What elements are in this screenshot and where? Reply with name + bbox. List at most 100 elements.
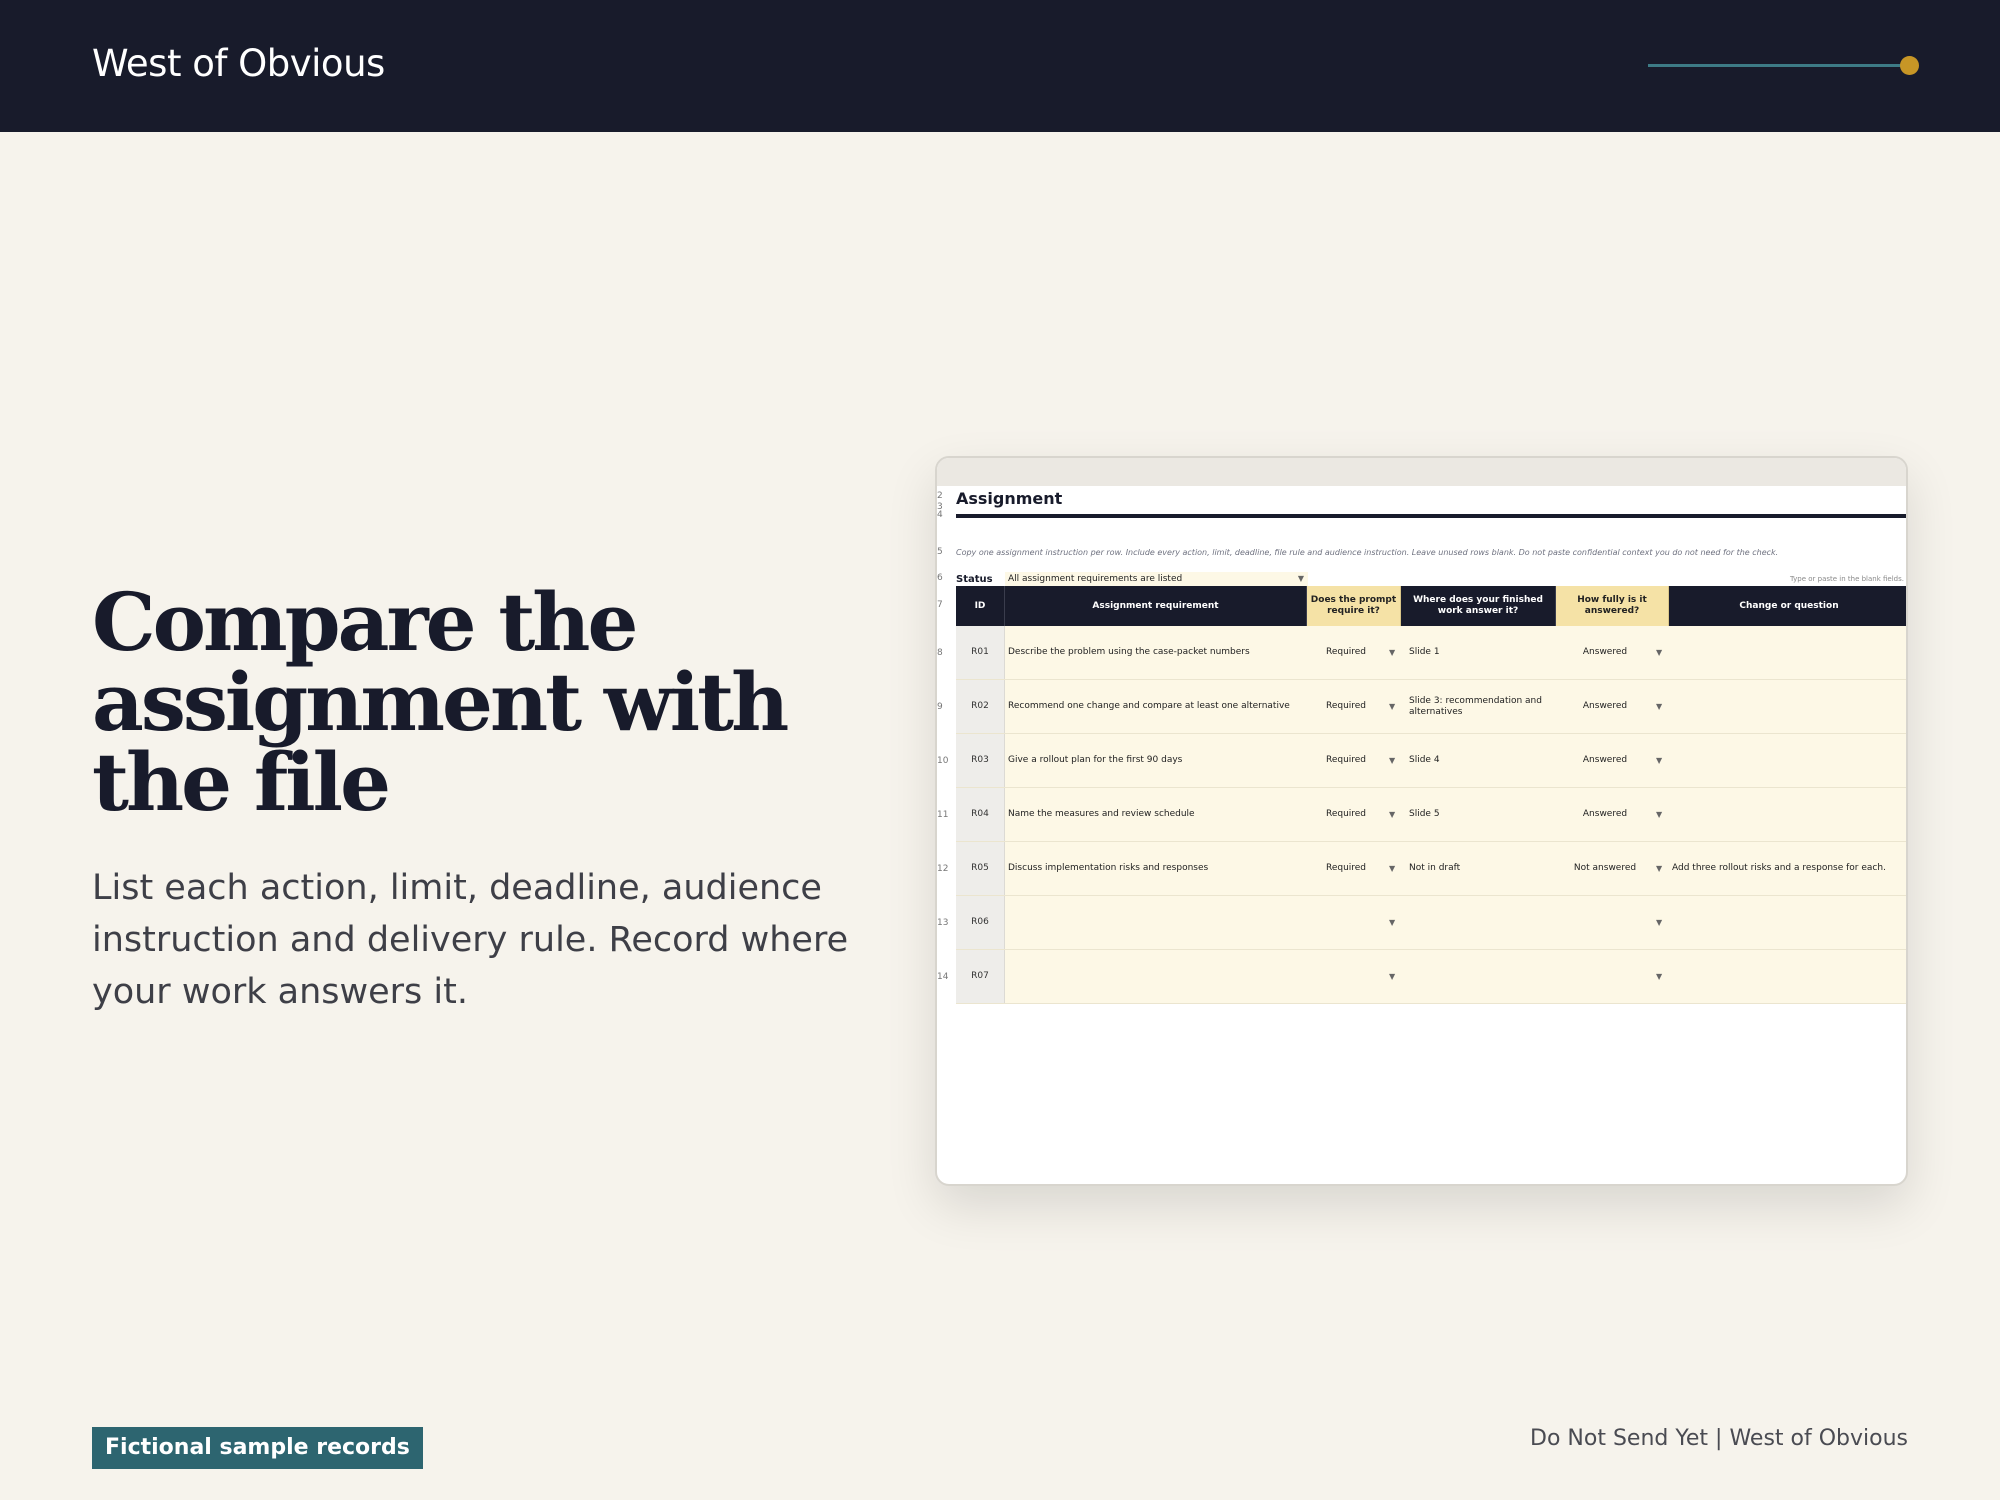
page-description: List each action, limit, deadline, audie… (92, 868, 849, 1012)
cell-prompt-required[interactable] (1307, 896, 1385, 949)
row-number: 10 (937, 756, 949, 766)
cell-prompt-required[interactable]: Required (1307, 680, 1385, 733)
dropdown-arrow-icon[interactable]: ▼ (1389, 788, 1395, 841)
cell-change-or-question[interactable] (1672, 680, 1906, 733)
cell-answer-status[interactable] (1556, 950, 1654, 1003)
cell-prompt-required[interactable]: Required (1307, 842, 1385, 895)
cell-prompt-required[interactable]: Required (1307, 734, 1385, 787)
brand-name: West of Obvious (92, 42, 385, 85)
table-row: R02 Recommend one change and compare at l… (956, 680, 1906, 734)
cell-where-answered[interactable] (1409, 950, 1553, 1003)
row-number: 5 (937, 547, 943, 557)
dropdown-arrow-icon[interactable]: ▼ (1656, 788, 1662, 841)
progress-indicator (1648, 56, 1919, 76)
table-row: R04 Name the measures and review schedule… (956, 788, 1906, 842)
column-header-requirement: Assignment requirement (1005, 586, 1307, 626)
table-row: R07 ▼ ▼ (956, 950, 1906, 1004)
sheet-instruction: Copy one assignment instruction per row.… (956, 548, 1779, 557)
row-number: 8 (937, 648, 943, 658)
cell-id: R02 (956, 680, 1005, 733)
cell-requirement[interactable]: Name the measures and review schedule (1008, 788, 1304, 841)
cell-where-answered[interactable]: Not in draft (1409, 842, 1553, 895)
page-title: Compare the assignment with the file (92, 575, 789, 829)
cell-prompt-required[interactable]: Required (1307, 788, 1385, 841)
cell-answer-status[interactable]: Not answered (1556, 842, 1654, 895)
dropdown-arrow-icon[interactable]: ▼ (1656, 950, 1662, 1003)
table-row: R05 Discuss implementation risks and resp… (956, 842, 1906, 896)
table-row: R01 Describe the problem using the case-p… (956, 626, 1906, 680)
row-number: 11 (937, 810, 949, 820)
row-number: 2 (937, 491, 943, 501)
row-number: 14 (937, 972, 949, 982)
cell-requirement[interactable]: Recommend one change and compare at leas… (1008, 680, 1304, 733)
cell-answer-status[interactable] (1556, 896, 1654, 949)
dropdown-arrow-icon[interactable]: ▼ (1389, 680, 1395, 733)
cell-id: R06 (956, 896, 1005, 949)
cell-id: R05 (956, 842, 1005, 895)
cell-requirement[interactable] (1008, 950, 1304, 1003)
dropdown-arrow-icon[interactable]: ▼ (1389, 950, 1395, 1003)
table-row: R03 Give a rollout plan for the first 90 … (956, 734, 1906, 788)
dropdown-arrow-icon[interactable]: ▼ (1656, 896, 1662, 949)
sample-records-badge: Fictional sample records (92, 1427, 423, 1469)
cell-where-answered[interactable]: Slide 1 (1409, 626, 1553, 679)
dropdown-arrow-icon[interactable]: ▼ (1656, 680, 1662, 733)
cell-id: R01 (956, 626, 1005, 679)
cell-change-or-question[interactable] (1672, 788, 1906, 841)
dropdown-arrow-icon[interactable]: ▼ (1389, 734, 1395, 787)
dropdown-arrow-icon[interactable]: ▼ (1389, 896, 1395, 949)
cell-requirement[interactable] (1008, 896, 1304, 949)
row-number: 9 (937, 702, 943, 712)
row-number: 12 (937, 864, 949, 874)
cell-id: R03 (956, 734, 1005, 787)
cell-answer-status[interactable]: Answered (1556, 734, 1654, 787)
dropdown-arrow-icon[interactable]: ▼ (1656, 626, 1662, 679)
column-header-how: How fully is it answered? (1556, 586, 1669, 626)
cell-answer-status[interactable]: Answered (1556, 788, 1654, 841)
cell-change-or-question[interactable] (1672, 626, 1906, 679)
footer-credit: Do Not Send Yet | West of Obvious (1530, 1426, 1908, 1451)
dropdown-arrow-icon[interactable]: ▼ (1389, 626, 1395, 679)
column-header-where: Where does your finished work answer it? (1401, 586, 1556, 626)
cell-change-or-question[interactable] (1672, 950, 1906, 1003)
preview-top-bar (937, 458, 1906, 486)
cell-change-or-question[interactable] (1672, 896, 1906, 949)
dropdown-arrow-icon[interactable]: ▼ (1656, 734, 1662, 787)
sheet-title: Assignment (956, 489, 1063, 508)
row-number: 13 (937, 918, 949, 928)
top-bar: West of Obvious (0, 0, 2000, 132)
cell-requirement[interactable]: Give a rollout plan for the first 90 day… (1008, 734, 1304, 787)
progress-track (1648, 64, 1910, 67)
progress-dot (1900, 56, 1919, 75)
spreadsheet-preview: 2 3 4 5 6 7 Assignment Copy one assignme… (935, 456, 1908, 1186)
cell-where-answered[interactable]: Slide 5 (1409, 788, 1553, 841)
dropdown-arrow-icon: ▼ (1297, 574, 1304, 583)
row-number: 7 (937, 600, 943, 610)
cell-where-answered[interactable] (1409, 896, 1553, 949)
row-number: 6 (937, 573, 943, 583)
column-header-id: ID (956, 586, 1005, 626)
status-value: All assignment requirements are listed (1008, 574, 1183, 584)
cell-answer-status[interactable]: Answered (1556, 626, 1654, 679)
dropdown-arrow-icon[interactable]: ▼ (1656, 842, 1662, 895)
status-label: Status (956, 574, 993, 585)
row-number: 4 (937, 510, 943, 520)
cell-where-answered[interactable]: Slide 3: recommendation and alternatives (1409, 680, 1553, 733)
column-header-prompt: Does the prompt require it? (1307, 586, 1401, 626)
status-dropdown[interactable]: All assignment requirements are listed ▼ (1005, 572, 1308, 586)
cell-prompt-required[interactable]: Required (1307, 626, 1385, 679)
cell-change-or-question[interactable] (1672, 734, 1906, 787)
input-hint: Type or paste in the blank fields. (1789, 575, 1904, 583)
dropdown-arrow-icon[interactable]: ▼ (1389, 842, 1395, 895)
cell-requirement[interactable]: Describe the problem using the case-pack… (1008, 626, 1304, 679)
cell-id: R07 (956, 950, 1005, 1003)
column-header-change: Change or question (1669, 586, 1906, 626)
table-row: R06 ▼ ▼ (956, 896, 1906, 950)
cell-requirement[interactable]: Discuss implementation risks and respons… (1008, 842, 1304, 895)
cell-prompt-required[interactable] (1307, 950, 1385, 1003)
title-divider (956, 514, 1906, 518)
cell-where-answered[interactable]: Slide 4 (1409, 734, 1553, 787)
cell-id: R04 (956, 788, 1005, 841)
cell-answer-status[interactable]: Answered (1556, 680, 1654, 733)
cell-change-or-question[interactable]: Add three rollout risks and a response f… (1672, 842, 1906, 895)
